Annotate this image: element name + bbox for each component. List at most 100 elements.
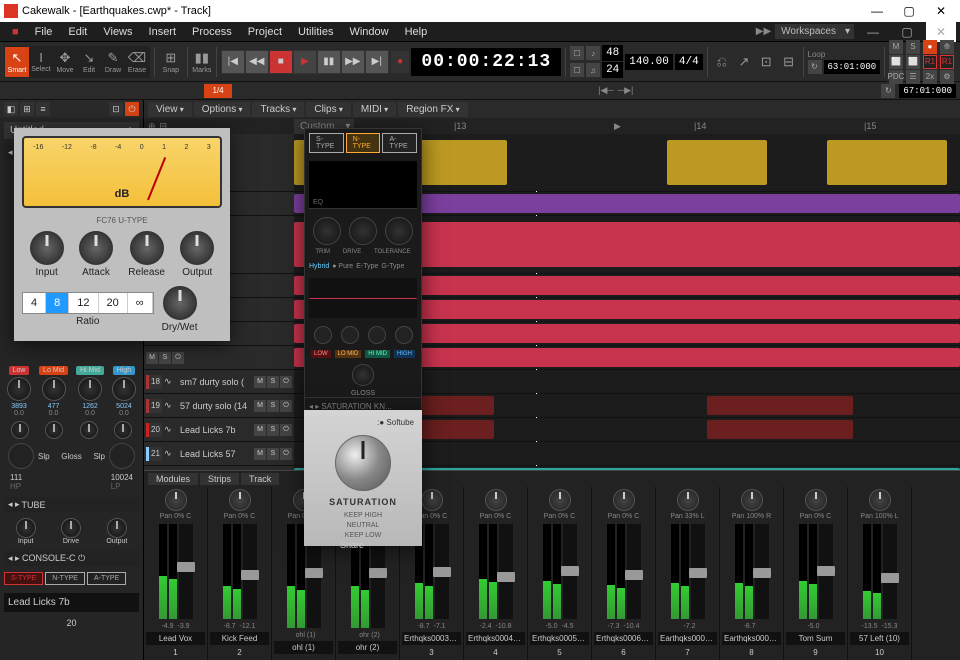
tool-icon[interactable]: ⊟ — [778, 47, 798, 77]
tool-draw[interactable]: ✎Draw — [101, 47, 125, 77]
drive-knob[interactable] — [349, 217, 377, 245]
tube-header[interactable]: ◂ ▸ TUBE — [4, 497, 139, 512]
grid-btn[interactable]: R1 — [923, 55, 937, 69]
child-max-button[interactable]: ▢ — [892, 22, 922, 42]
audio-clip[interactable] — [667, 140, 767, 186]
pan-knob[interactable] — [549, 489, 571, 511]
tempo-display[interactable]: 140.00 — [625, 54, 673, 70]
tube-knob[interactable] — [107, 518, 127, 538]
dtype-s[interactable]: S-TYPE — [309, 133, 344, 153]
fader[interactable] — [819, 524, 833, 619]
track-row[interactable]: 21∿Lead Licks 57MS⏻ — [144, 442, 960, 466]
rewind-start-button[interactable]: |◀ — [222, 51, 244, 73]
mixer-channel[interactable]: Pan 100% R-8.7Earthqks0008AdT8 — [720, 487, 784, 660]
grid-btn[interactable]: 2x — [923, 70, 937, 84]
saturation-plugin-window[interactable]: :● Softube SATURATION KEEP HIGHNEUTRALKE… — [304, 410, 422, 546]
band-knob[interactable] — [341, 326, 359, 344]
workspaces-dropdown[interactable]: Workspaces — [775, 24, 854, 39]
drywet-knob[interactable] — [163, 286, 197, 320]
ratio-12[interactable]: 12 — [69, 293, 98, 313]
tool-icon[interactable]: ⊡ — [756, 47, 776, 77]
band-knob[interactable] — [314, 326, 332, 344]
tool-edit[interactable]: ↘Edit — [77, 47, 101, 77]
tool-move[interactable]: ✥Move — [53, 47, 77, 77]
tool-select[interactable]: ISelect — [29, 47, 53, 77]
mixer-strips[interactable]: Strips — [200, 473, 239, 485]
track-row[interactable]: 22∿d6 (17)MS⏻ — [144, 466, 960, 470]
grid-btn[interactable]: S — [906, 40, 920, 54]
pan-knob[interactable] — [485, 489, 507, 511]
grid-btn[interactable]: ⟰ — [940, 40, 954, 54]
grid-btn[interactable]: M — [889, 40, 903, 54]
band-knob[interactable] — [368, 326, 386, 344]
view-menu-midi[interactable]: MIDI — [353, 102, 396, 117]
view-menu-options[interactable]: Options — [194, 102, 251, 117]
mixer-channel[interactable]: Pan 0% C-8.7-12.1Kick Feed2 — [208, 487, 272, 660]
menu-views[interactable]: Views — [95, 24, 140, 40]
menu-edit[interactable]: Edit — [60, 24, 95, 40]
menu-process[interactable]: Process — [184, 24, 240, 40]
tool-smart[interactable]: ↖Smart — [5, 47, 29, 77]
child-min-button[interactable]: — — [858, 22, 888, 42]
fader[interactable] — [691, 524, 705, 619]
play-button[interactable]: ▶ — [294, 51, 316, 73]
input-knob[interactable] — [30, 231, 64, 265]
hp-knob[interactable] — [8, 443, 34, 469]
track-row[interactable]: MS⏻ — [144, 298, 960, 322]
timeline-ruler[interactable]: ⊕⊟ Custom |13 ▶ |14 |15 |7 — [144, 118, 960, 134]
grid-btn[interactable]: ⬜ — [906, 55, 920, 69]
stop-button[interactable]: ■ — [270, 51, 292, 73]
mixer-channel[interactable]: Pan 0% C-5.0Tom Sum9 — [784, 487, 848, 660]
tube-knob[interactable] — [61, 518, 81, 538]
atype-button[interactable]: A-TYPE — [87, 572, 126, 585]
panel-btn[interactable]: ⊞ — [20, 102, 34, 116]
track-row[interactable]: MS⏻ — [144, 216, 960, 274]
dtype-a[interactable]: A-TYPE — [382, 133, 417, 153]
view-menu-view[interactable]: View — [148, 102, 192, 117]
child-close-button[interactable]: ✕ — [926, 22, 956, 42]
saturation-knob[interactable] — [335, 435, 391, 491]
curve-display[interactable] — [309, 278, 417, 318]
panel-btn[interactable]: ⊡ — [109, 102, 123, 116]
release-knob[interactable] — [130, 231, 164, 265]
eq-q-knob[interactable] — [45, 421, 63, 439]
fader[interactable] — [627, 524, 641, 619]
mixer-channel[interactable]: Pan 0% C-7.3-10.4Erthqks0006AdTi6 — [592, 487, 656, 660]
fader[interactable] — [243, 524, 257, 619]
fader[interactable] — [883, 524, 897, 619]
fader[interactable] — [563, 524, 577, 619]
output-knob[interactable] — [180, 231, 214, 265]
tool-icon[interactable]: ↗ — [734, 47, 754, 77]
pause-button[interactable]: ▮▮ — [318, 51, 340, 73]
snap-value[interactable]: 1/4 — [204, 84, 232, 98]
eq-knob[interactable] — [7, 377, 31, 401]
fader[interactable] — [179, 524, 193, 619]
drive-plugin-window[interactable]: S-TYPE N-TYPE A-TYPE EQ TRIMDRIVETOLERAN… — [304, 128, 422, 416]
eq-display[interactable]: EQ — [309, 161, 417, 209]
timecode-display[interactable]: 00:00:22:13 — [411, 48, 561, 76]
ratio-∞[interactable]: ∞ — [128, 293, 153, 313]
pan-knob[interactable] — [421, 489, 443, 511]
eq-knob[interactable] — [112, 377, 136, 401]
track-row[interactable]: 19∿57 durty solo (14MS⏻ — [144, 394, 960, 418]
grid-btn[interactable]: ⚙ — [940, 70, 954, 84]
audio-clip[interactable] — [827, 140, 947, 186]
timesig-display[interactable]: 4/4 — [675, 54, 703, 70]
console-header[interactable]: ◂ ▸ CONSOLE-C ⏻ — [4, 551, 139, 566]
mixer-channel[interactable]: Pan 100% L-13.5-15.357 Left (10)10 — [848, 487, 912, 660]
snap-button[interactable]: ⊞Snap — [159, 47, 183, 77]
tool-erase[interactable]: ⌫Erase — [125, 47, 149, 77]
track-row[interactable]: MS⏻ — [144, 192, 960, 216]
tube-knob[interactable] — [16, 518, 36, 538]
marks-button[interactable]: ▮▮Marks — [192, 47, 212, 77]
attack-knob[interactable] — [79, 231, 113, 265]
lp-knob[interactable] — [109, 443, 135, 469]
ratio-8[interactable]: 8 — [46, 293, 69, 313]
ntype-button[interactable]: N-TYPE — [45, 572, 85, 585]
track-row[interactable]: 20∿Lead Licks 7bMS⏻ — [144, 418, 960, 442]
grid-btn[interactable]: ⬜ — [889, 55, 903, 69]
track-row[interactable]: MS⏻ — [144, 274, 960, 298]
fader[interactable] — [499, 524, 513, 619]
trim-knob[interactable] — [313, 217, 341, 245]
pan-knob[interactable] — [805, 489, 827, 511]
